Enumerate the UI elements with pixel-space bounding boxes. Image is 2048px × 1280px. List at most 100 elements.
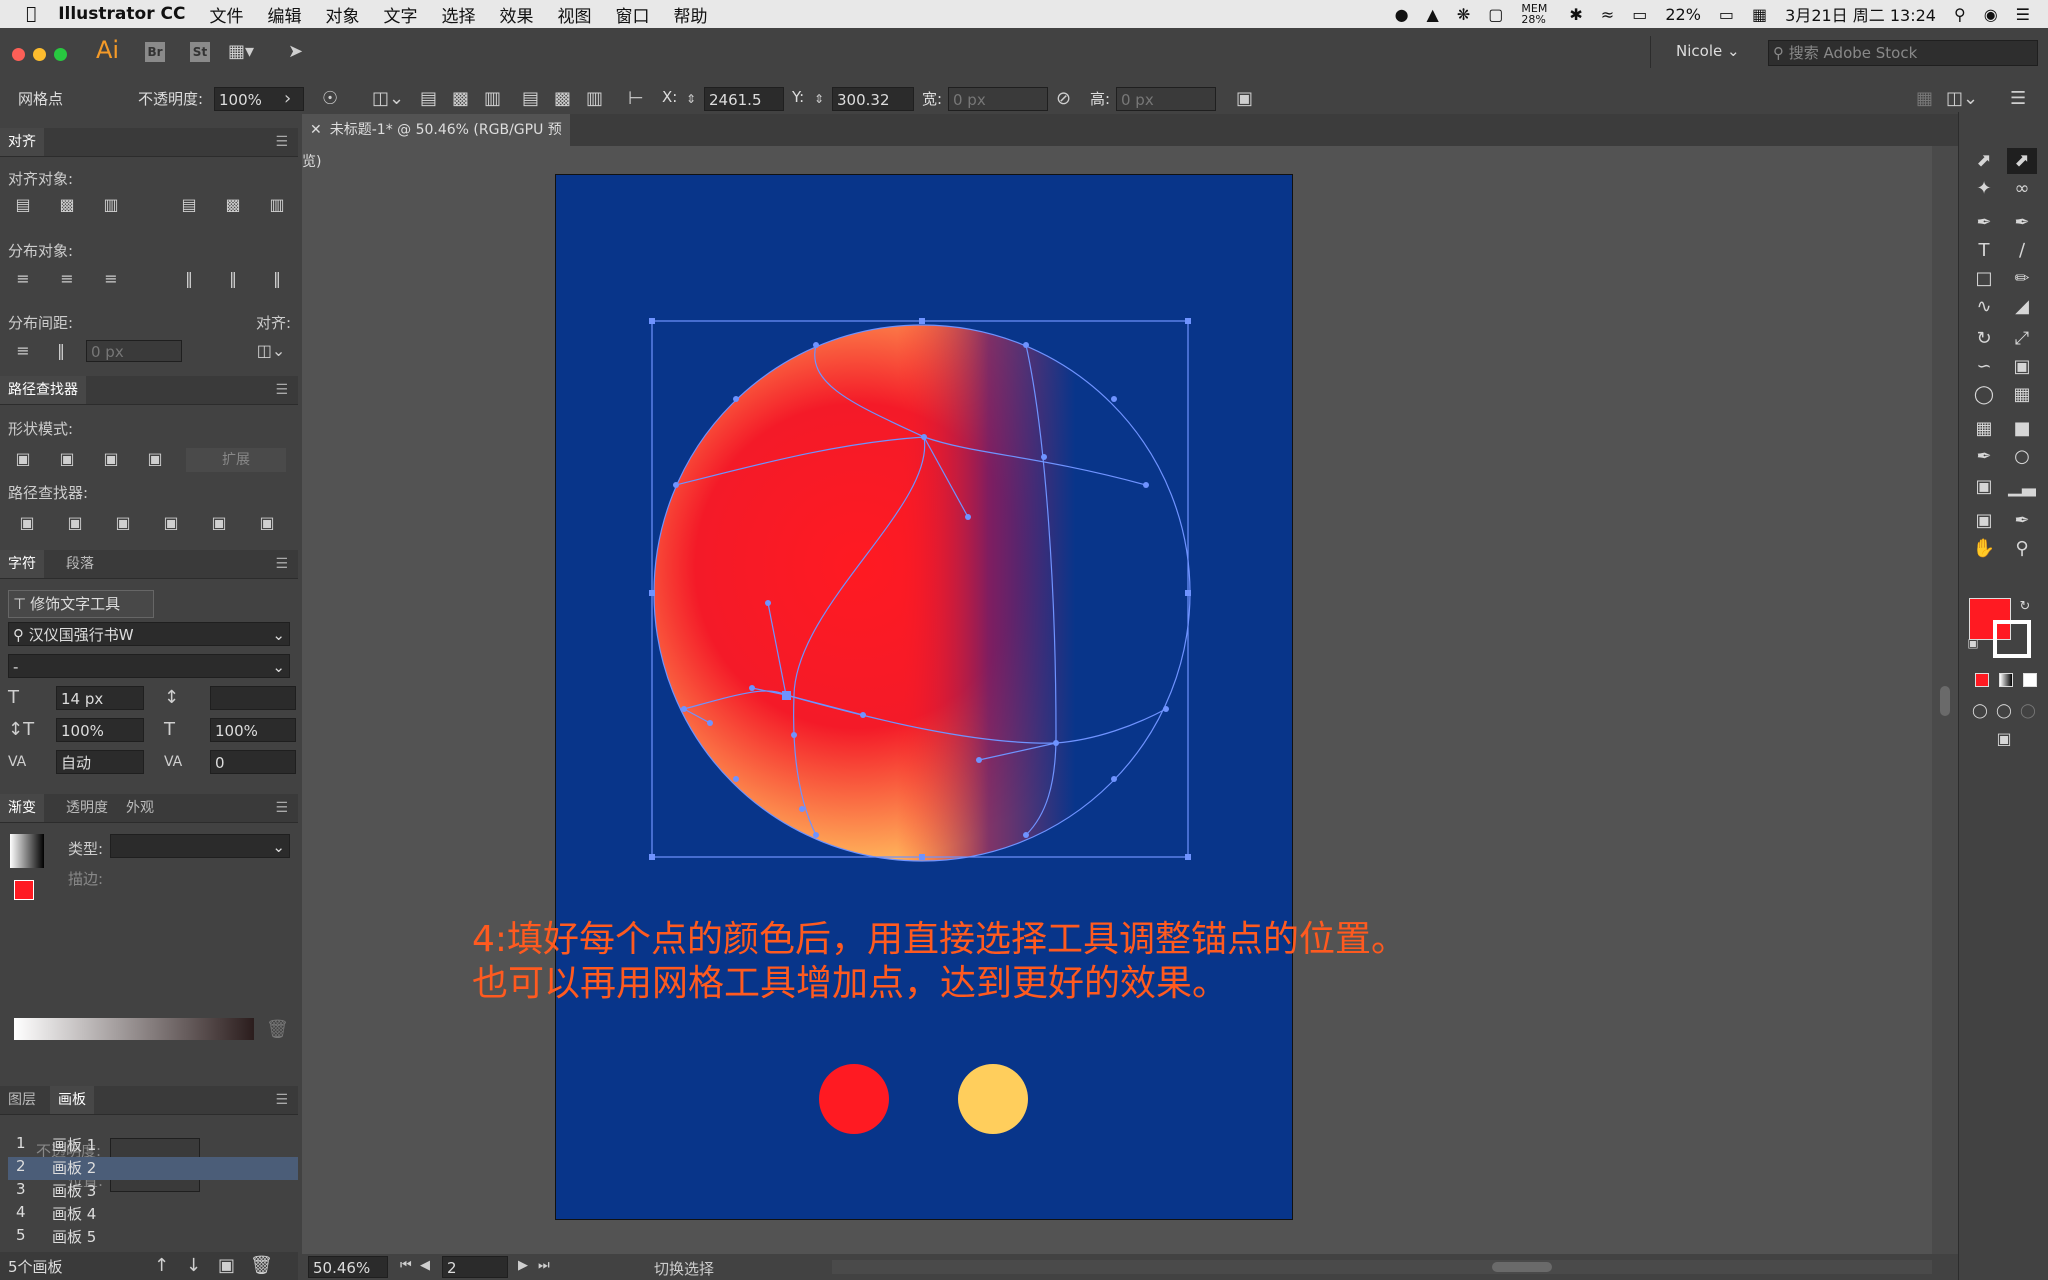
gradient-type-select[interactable]: ⌄ bbox=[110, 834, 290, 858]
recolor-globe-icon[interactable]: ☉ bbox=[322, 87, 338, 111]
artboard-row-4[interactable]: 4 画板 4 bbox=[8, 1203, 298, 1226]
screen-mode-icon[interactable]: ▣ bbox=[1989, 726, 2019, 752]
align-hcenter-icon[interactable]: ▩ bbox=[452, 87, 469, 111]
lasso-tool-icon[interactable]: ∞ bbox=[2007, 176, 2037, 202]
horizontal-scroll-thumb[interactable] bbox=[1492, 1262, 1552, 1272]
last-artboard-icon[interactable]: ⏭ bbox=[538, 1254, 550, 1278]
distribute-vcenter-icon[interactable]: ≡ bbox=[56, 268, 78, 290]
battery-icon[interactable]: ▭ bbox=[1719, 5, 1734, 24]
panel-menu-icon[interactable]: ☰ bbox=[275, 1092, 288, 1108]
y-input[interactable]: 300.32 px bbox=[832, 87, 914, 133]
color-mode-button[interactable] bbox=[1975, 673, 1989, 687]
minimize-window-button[interactable] bbox=[33, 48, 46, 61]
yellow-swatch-circle[interactable] bbox=[958, 1064, 1028, 1134]
minus-front-icon[interactable]: ▣ bbox=[56, 448, 78, 470]
workspace-user[interactable]: Nicole ⌄ bbox=[1676, 42, 1740, 60]
align-to-dropdown[interactable]: ◫⌄ bbox=[372, 87, 404, 111]
previous-artboard-icon[interactable]: ◀ bbox=[420, 1254, 430, 1278]
selection-tool-icon[interactable]: ⬈ bbox=[1969, 148, 1999, 174]
horizontal-scale-input[interactable]: 100% bbox=[210, 718, 296, 742]
tab-gradient[interactable]: 渐变 bbox=[0, 794, 44, 822]
arrange-artboards-icon[interactable]: ↑ bbox=[154, 1254, 169, 1278]
free-transform-tool-icon[interactable]: ▣ bbox=[2007, 354, 2037, 380]
notification-center-icon[interactable]: ☰ bbox=[2016, 5, 2030, 24]
eraser-tool-icon[interactable]: ◢ bbox=[2007, 294, 2037, 320]
menu-view[interactable]: 视图 bbox=[557, 2, 591, 27]
artboard-row-1[interactable]: 1 画板 1 bbox=[8, 1134, 298, 1157]
wifi-icon[interactable]: ≈ bbox=[1601, 5, 1614, 24]
tab-appearance[interactable]: 外观 bbox=[118, 794, 162, 822]
distribute-bottom-icon[interactable]: ≡ bbox=[100, 268, 122, 290]
tab-artboards[interactable]: 画板 bbox=[50, 1086, 94, 1114]
adobe-stock-search[interactable]: ⚲ 搜索 Adobe Stock bbox=[1768, 40, 2038, 66]
merge-icon[interactable]: ▣ bbox=[112, 512, 134, 534]
paintbrush-tool-icon[interactable]: ✏ bbox=[2007, 266, 2037, 292]
align-right-icon[interactable]: ▥ bbox=[484, 87, 501, 111]
trash-icon[interactable]: 🗑 bbox=[266, 1018, 289, 1042]
constrain-proportions-icon[interactable]: ⊘ bbox=[1056, 87, 1071, 111]
menu-help[interactable]: 帮助 bbox=[673, 2, 707, 27]
vertical-scale-input[interactable]: 100% bbox=[56, 718, 144, 742]
align-vcenter-icon[interactable]: ▩ bbox=[222, 194, 244, 216]
horizontal-scrollbar[interactable] bbox=[832, 1260, 1932, 1274]
draw-inside-icon[interactable]: ◯ bbox=[2013, 698, 2043, 724]
menu-file[interactable]: 文件 bbox=[209, 2, 243, 27]
gradient-slider[interactable] bbox=[14, 1018, 254, 1040]
gradient-mesh-artwork[interactable] bbox=[556, 175, 1292, 1219]
swap-colors-icon[interactable]: ↻ bbox=[2015, 594, 2035, 620]
scale-tool-icon[interactable]: ⤢ bbox=[2007, 326, 2037, 352]
move-down-icon[interactable]: ↓ bbox=[186, 1254, 201, 1278]
horizontal-spacing-icon[interactable]: ‖ bbox=[50, 340, 72, 362]
zoom-select[interactable]: 50.46% bbox=[308, 1256, 388, 1278]
tab-align[interactable]: 对齐 bbox=[0, 128, 44, 156]
siri-icon[interactable]: ◉ bbox=[1984, 5, 1998, 24]
shape-builder-tool-icon[interactable]: ◯ bbox=[1969, 382, 1999, 408]
divide-icon[interactable]: ▣ bbox=[16, 512, 38, 534]
column-graph-tool-icon[interactable]: ▁▃ bbox=[2007, 474, 2037, 500]
align-hcenter-icon[interactable]: ▩ bbox=[56, 194, 78, 216]
font-family-select[interactable]: ⚲ 汉仪国强行书W ⌄ bbox=[8, 622, 290, 646]
stroke-color-swatch[interactable] bbox=[1993, 620, 2031, 658]
artboard-row-3[interactable]: 3 画板 3 bbox=[8, 1180, 298, 1203]
slice-tool-icon[interactable]: ✒ bbox=[2007, 508, 2037, 534]
unite-icon[interactable]: ▣ bbox=[12, 448, 34, 470]
y-stepper-icon[interactable]: ⇕ bbox=[814, 87, 824, 111]
hand-tool-icon[interactable]: ✋ bbox=[1969, 536, 1999, 562]
tab-pathfinder[interactable]: 路径查找器 bbox=[0, 376, 86, 404]
none-mode-button[interactable] bbox=[2023, 673, 2037, 687]
menu-select[interactable]: 选择 bbox=[441, 2, 475, 27]
align-to-selection-dropdown[interactable]: ◫⌄ bbox=[256, 340, 286, 362]
app-menu[interactable]: Illustrator CC bbox=[58, 4, 185, 24]
tab-paragraph[interactable]: 段落 bbox=[58, 550, 102, 578]
align-bottom-icon[interactable]: ▥ bbox=[266, 194, 288, 216]
panel-menu-icon[interactable]: ☰ bbox=[275, 134, 288, 150]
pen-tool-icon[interactable]: ✒ bbox=[1969, 210, 1999, 236]
tab-layers[interactable]: 图层 bbox=[0, 1086, 44, 1114]
outline-icon[interactable]: ▣ bbox=[208, 512, 230, 534]
touch-type-button[interactable]: ⊤ 修饰文字工具 bbox=[8, 590, 154, 618]
arrange-documents-icon[interactable]: ▦▾ bbox=[228, 40, 254, 64]
leading-input[interactable] bbox=[210, 686, 296, 710]
default-colors-icon[interactable]: ▣ bbox=[1963, 630, 1983, 656]
align-top-icon[interactable]: ▤ bbox=[522, 87, 539, 111]
menu-window[interactable]: 窗口 bbox=[615, 2, 649, 27]
font-size-input[interactable]: 14 px bbox=[56, 686, 144, 710]
bluetooth-icon[interactable]: ✱ bbox=[1569, 5, 1582, 24]
artboard-number-select[interactable]: 2 bbox=[442, 1256, 508, 1278]
trim-icon[interactable]: ▣ bbox=[64, 512, 86, 534]
direct-selection-tool-icon[interactable]: ⬈ bbox=[2007, 148, 2037, 174]
tab-transparency[interactable]: 透明度 bbox=[58, 794, 116, 822]
stock-button[interactable]: St bbox=[190, 42, 210, 62]
tracking-input[interactable]: 0 bbox=[210, 750, 296, 774]
expand-button[interactable]: 扩展 bbox=[186, 448, 286, 472]
transform-icon[interactable]: ▣ bbox=[1236, 87, 1253, 111]
eyedropper-tool-icon[interactable]: ✒ bbox=[1969, 444, 1999, 470]
panel-options-icon[interactable]: ▦ bbox=[1916, 87, 1933, 111]
input-method-icon[interactable]: ▦ bbox=[1752, 5, 1767, 24]
spotlight-icon[interactable]: ⚲ bbox=[1954, 5, 1966, 24]
artboard-tool-icon[interactable]: ▣ bbox=[1969, 508, 1999, 534]
align-bottom-icon[interactable]: ▥ bbox=[586, 87, 603, 111]
width-tool-icon[interactable]: ∽ bbox=[1969, 354, 1999, 380]
type-tool-icon[interactable]: T bbox=[1969, 238, 1999, 264]
magic-wand-tool-icon[interactable]: ✦ bbox=[1969, 176, 1999, 202]
